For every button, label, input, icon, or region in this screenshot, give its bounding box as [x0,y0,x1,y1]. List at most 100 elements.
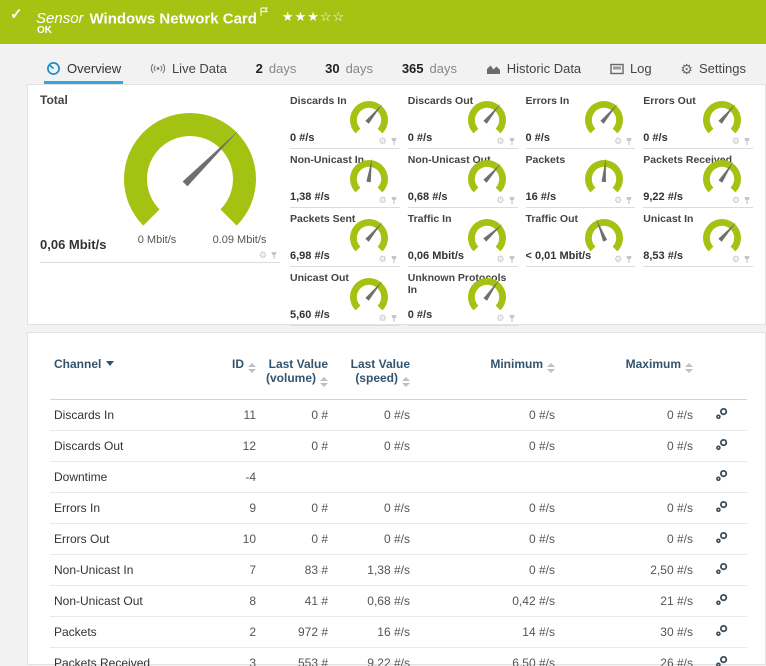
channel-maximum: 0 #/s [559,523,697,555]
pin-icon[interactable] [390,196,398,205]
gear-icon[interactable]: ⚙ [496,314,504,323]
gauge-tile: Non-Unicast Out 0,68 #/s ⚙ [407,152,518,208]
pin-icon[interactable] [743,196,751,205]
pin-icon[interactable] [743,255,751,264]
gear-icon[interactable]: ⚙ [732,196,740,205]
pin-icon[interactable] [390,314,398,323]
gear-icon[interactable]: ⚙ [732,255,740,264]
log-icon [610,63,624,74]
pin-icon[interactable] [625,196,633,205]
tab-label: Historic Data [506,61,582,76]
gauge-tile: Unknown Protocols In 0 #/s ⚙ [407,270,518,326]
gauge-value: 0,06 Mbit/s [407,250,464,262]
channel-settings-gear-icon[interactable] [715,469,729,482]
channel-settings-gear-icon[interactable] [715,500,729,513]
table-row: Discards In 11 0 # 0 #/s 0 #/s 0 #/s [50,399,747,431]
tab-365-days[interactable]: 365 days [400,55,459,84]
channel-id: 3 [208,647,260,666]
pin-icon[interactable] [508,314,516,323]
channel-maximum [559,461,697,493]
channel-name: Non-Unicast In [50,554,208,586]
gear-icon: ⚙ [680,60,693,77]
gauge-tile: Unicast In 8,53 #/s ⚙ [643,211,753,267]
gauge-tile: Non-Unicast In 1,38 #/s ⚙ [290,152,400,208]
channel-name: Packets Received [50,647,208,666]
sensor-status-bar: ✓ Sensor Windows Network Card ★★★☆☆ OK [0,0,766,44]
gauge-tile: Traffic Out < 0,01 Mbit/s ⚙ [525,211,636,267]
gear-icon[interactable]: ⚙ [614,255,622,264]
channel-last-value-speed: 1,38 #/s [332,554,414,586]
gauge-tile-actions: ⚙ [379,255,398,264]
gauges-panel: Total 0 Mbit/s 0.09 Mbit/s 0,06 Mbit/s ⚙… [27,84,766,326]
tab-log[interactable]: Log [608,55,654,84]
channel-settings-gear-icon[interactable] [715,562,729,575]
channel-settings-gear-icon[interactable] [715,407,729,420]
channel-last-value-volume [260,461,332,493]
tab-settings[interactable]: ⚙ Settings [678,55,748,84]
column-header-id[interactable]: ID [208,347,260,400]
tab-label: Live Data [171,61,227,76]
sort-icon [685,363,693,373]
gear-icon[interactable]: ⚙ [732,137,740,146]
gear-icon[interactable]: ⚙ [379,196,387,205]
channel-minimum: 6,50 #/s [414,647,559,666]
channel-settings-gear-icon[interactable] [715,624,729,637]
pin-icon[interactable] [508,137,516,146]
channel-last-value-volume: 41 # [260,585,332,617]
sort-desc-icon [106,361,115,366]
channel-minimum: 0,42 #/s [414,585,559,617]
gear-icon[interactable]: ⚙ [379,314,387,323]
pin-icon[interactable] [625,255,633,264]
gear-icon[interactable]: ⚙ [379,255,387,264]
pin-icon[interactable] [508,255,516,264]
sensor-title: Windows Network Card [89,10,257,28]
pin-icon[interactable] [390,137,398,146]
pin-icon[interactable] [625,137,633,146]
channel-last-value-volume: 0 # [260,399,332,431]
gauge-value: 8,53 #/s [643,250,684,262]
pin-icon[interactable] [270,251,278,260]
gauge-value: 9,22 #/s [643,191,684,203]
gauge-tile-actions: ⚙ [259,251,278,260]
channel-name: Errors In [50,492,208,524]
pin-icon[interactable] [508,196,516,205]
column-header-minimum[interactable]: Minimum [414,347,559,400]
channel-name: Packets [50,616,208,648]
gauge-tile: Packets Sent 6,98 #/s ⚙ [290,211,400,267]
gauge-value: 16 #/s [525,191,557,203]
tab-live-data[interactable]: Live Data [148,55,229,84]
priority-stars[interactable]: ★★★☆☆ [282,9,345,24]
gear-icon[interactable]: ⚙ [259,251,267,260]
gauge-value: 0 #/s [525,132,550,144]
gear-icon[interactable]: ⚙ [496,196,504,205]
tab-number: 30 [325,61,340,76]
channel-settings-gear-icon[interactable] [715,438,729,451]
gear-icon[interactable]: ⚙ [614,137,622,146]
column-header-last-value-speed[interactable]: Last Value (speed) [332,347,414,400]
pin-icon[interactable] [743,137,751,146]
tab-30-days[interactable]: 30 days [323,55,375,84]
tab-overview[interactable]: Overview [44,55,124,84]
mini-gauge-grid: Discards In 0 #/s ⚙ Discards Out 0 #/s ⚙… [290,93,753,326]
tab-number: 2 [255,61,263,76]
gear-icon[interactable]: ⚙ [379,137,387,146]
gauge-tile-actions: ⚙ [496,314,515,323]
channel-settings-gear-icon[interactable] [715,593,729,606]
channel-settings-gear-icon[interactable] [715,655,729,666]
pin-icon[interactable] [390,255,398,264]
tab-2-days[interactable]: 2 days [254,55,299,84]
column-header-last-value-volume[interactable]: Last Value (volume) [260,347,332,400]
channel-minimum: 14 #/s [414,616,559,648]
gear-icon[interactable]: ⚙ [496,255,504,264]
column-header-maximum[interactable]: Maximum [559,347,697,400]
channel-last-value-volume: 83 # [260,554,332,586]
channel-settings-cell [697,554,747,586]
channel-last-value-speed [332,461,414,493]
gear-icon[interactable]: ⚙ [614,196,622,205]
gear-icon[interactable]: ⚙ [496,137,504,146]
channel-id: 10 [208,523,260,555]
channel-maximum: 2,50 #/s [559,554,697,586]
channel-settings-gear-icon[interactable] [715,531,729,544]
column-header-channel[interactable]: Channel [50,347,208,400]
tab-historic-data[interactable]: Historic Data [484,55,583,84]
